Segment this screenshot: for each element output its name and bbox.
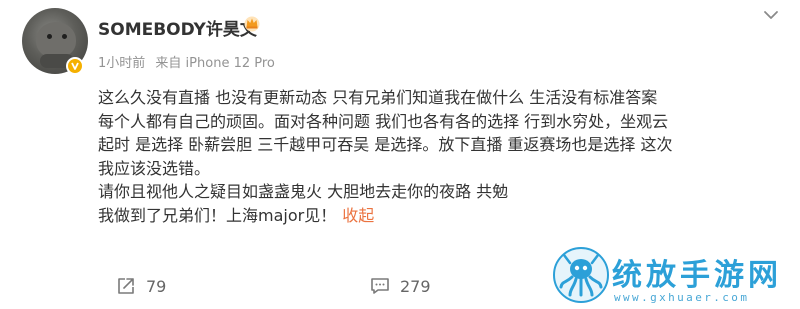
post-meta: 1小时前 来自 iPhone 12 Pro bbox=[98, 52, 281, 71]
post-time[interactable]: 1小时前 bbox=[98, 56, 145, 71]
crown-icon bbox=[244, 16, 260, 32]
post-content: 这么久没有直播 也没有更新动态 只有兄弟们知道我在做什么 生活没有标准答案 每个… bbox=[98, 86, 778, 228]
content-line-last: 我做到了兄弟们！上海major见！ 收起 bbox=[98, 204, 778, 228]
content-line: 起时 是选择 卧薪尝胆 三千越甲可吞吴 是选择。放下直播 重返赛场也是选择 这次 bbox=[98, 135, 673, 155]
content-line: 我应该没选错。 bbox=[98, 158, 211, 178]
watermark-title: 统放手游网 bbox=[612, 258, 782, 293]
content-line: 每个人都有自己的顽固。面对各种问题 我们也各有各的选择 行到水穷处，坐观云 bbox=[98, 111, 669, 131]
post-source: 来自 iPhone 12 Pro bbox=[155, 56, 275, 71]
site-watermark: 统放手游网 www.gxhuaer.com bbox=[552, 245, 800, 309]
collapse-link[interactable]: 收起 bbox=[342, 206, 374, 225]
avatar-face bbox=[36, 22, 76, 58]
comment-count: 279 bbox=[400, 276, 431, 296]
repost-button[interactable]: 79 bbox=[116, 276, 166, 296]
avatar-eye-right bbox=[62, 34, 67, 39]
repost-icon bbox=[118, 278, 134, 294]
content-line: 请你且视他人之疑目如盏盏鬼火 大胆地去走你的夜路 共勉 bbox=[98, 182, 509, 202]
comment-button[interactable]: 279 bbox=[370, 276, 431, 296]
chevron-down-icon[interactable] bbox=[762, 8, 780, 22]
content-line: 我做到了兄弟们！上海major见！ bbox=[98, 205, 337, 225]
username[interactable]: SOMEBODY许昊文 bbox=[98, 15, 257, 40]
octopus-logo-icon bbox=[553, 247, 609, 303]
verified-badge-icon bbox=[66, 57, 84, 75]
weibo-post: SOMEBODY许昊文 1小时前 来自 iPhone 12 Pro 这么久没有直… bbox=[0, 0, 800, 309]
watermark-url: www.gxhuaer.com bbox=[614, 291, 750, 304]
content-line: 这么久没有直播 也没有更新动态 只有兄弟们知道我在做什么 生活没有标准答案 bbox=[98, 88, 658, 107]
avatar-eye-left bbox=[47, 34, 52, 39]
comment-icon bbox=[371, 278, 389, 294]
repost-count: 79 bbox=[146, 276, 167, 296]
